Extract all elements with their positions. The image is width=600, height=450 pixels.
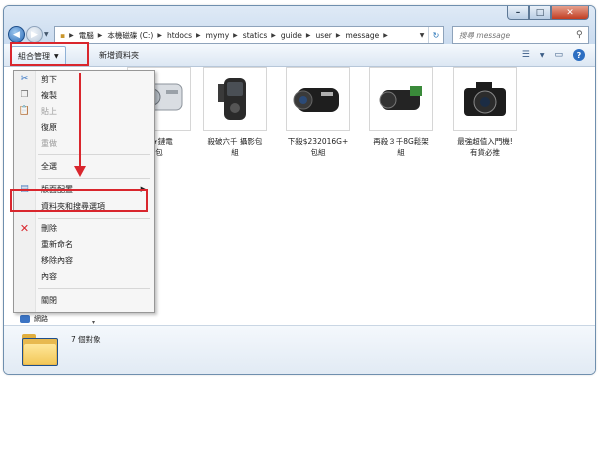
breadcrumb-separator-icon[interactable]: ▶: [69, 32, 74, 39]
annotation-arrow-line: [79, 73, 81, 169]
breadcrumb-statics[interactable]: statics: [243, 31, 268, 40]
menu-item-close[interactable]: 關閉: [14, 292, 154, 308]
paste-icon: 📋: [18, 106, 31, 116]
address-dropdown-icon[interactable]: ▼: [416, 32, 428, 39]
forward-button[interactable]: ▶: [26, 26, 43, 43]
menu-item-paste: 📋 貼上: [18, 106, 57, 116]
menu-separator: [38, 178, 150, 179]
folder-icon: ▪: [60, 30, 66, 40]
breadcrumb-separator-icon[interactable]: ▶: [98, 32, 103, 39]
breadcrumb-message[interactable]: message: [346, 31, 380, 40]
network-icon: [20, 315, 30, 323]
address-bar[interactable]: ▪ ▶ 電腦 ▶ 本機磁碟 (C:) ▶ htdocs ▶ mymy ▶ sta…: [54, 26, 444, 44]
breadcrumb-separator-icon[interactable]: ▶: [336, 32, 341, 39]
file-caption: 殺破六千 攝影包 組: [207, 137, 263, 157]
file-item[interactable]: 下殺$232016G+ 包組: [278, 67, 358, 158]
menu-item-properties[interactable]: 內容: [14, 268, 154, 284]
maximize-button[interactable]: □: [529, 6, 551, 20]
scissors-icon: ✂: [20, 74, 29, 84]
refresh-icon[interactable]: ↻: [428, 27, 443, 43]
menu-item-cut[interactable]: ✂ 剪下: [14, 71, 154, 87]
search-box[interactable]: ⚲: [452, 26, 589, 44]
search-icon[interactable]: ⚲: [576, 30, 583, 40]
view-options-icon[interactable]: ☰: [522, 50, 530, 60]
breadcrumb-separator-icon[interactable]: ▶: [196, 32, 201, 39]
menu-separator: [38, 218, 150, 219]
breadcrumb-separator-icon[interactable]: ▶: [306, 32, 311, 39]
view-dropdown-icon[interactable]: ▼: [540, 52, 545, 59]
close-button[interactable]: ✕: [551, 6, 589, 20]
menu-item-delete[interactable]: ✕ 刪除: [14, 220, 154, 236]
breadcrumb-htdocs[interactable]: htdocs: [167, 31, 192, 40]
camcorder-hd-icon: [369, 67, 433, 131]
view-controls: ☰ ▼ ▭ ?: [522, 49, 585, 61]
back-button[interactable]: ◀: [8, 26, 25, 43]
new-folder-button[interactable]: 新增資料夾: [99, 50, 139, 61]
menu-separator: [38, 288, 150, 289]
file-item[interactable]: 再殺３千8G鬆架 組: [361, 67, 441, 158]
nav-item-label: 網路: [34, 315, 48, 323]
copy-icon: ❐: [20, 90, 29, 100]
preview-pane-icon[interactable]: ▭: [554, 50, 563, 60]
folder-icon: [22, 334, 58, 366]
folder-options-highlight-box: [10, 189, 148, 212]
window-controls: – □ ✕: [507, 6, 589, 20]
item-count: 7 個對象: [71, 335, 101, 344]
breadcrumb-separator-icon[interactable]: ▶: [383, 32, 388, 39]
file-item[interactable]: 最強超值入門機! 有貨必推: [445, 67, 525, 158]
search-input[interactable]: [459, 30, 574, 40]
command-bar: 組合管理 ▼ 新增資料夾 ☰ ▼ ▭ ?: [4, 44, 595, 67]
menu-item-rename[interactable]: 重新命名: [14, 236, 154, 252]
menu-item-copy[interactable]: ❐ 複製: [14, 87, 154, 103]
breadcrumb-user[interactable]: user: [316, 31, 332, 40]
file-caption: 下殺$232016G+ 包組: [287, 137, 349, 157]
breadcrumb-separator-icon[interactable]: ▶: [157, 32, 162, 39]
minimize-button[interactable]: –: [507, 6, 529, 20]
breadcrumb-drive[interactable]: 本機磁碟 (C:): [107, 30, 153, 41]
back-arrow-icon: ◀: [13, 29, 20, 40]
menu-separator: [38, 154, 150, 155]
menu-item-redo: 重做: [41, 138, 57, 148]
file-item[interactable]: 殺破六千 攝影包 組: [195, 67, 275, 158]
breadcrumb-separator-icon[interactable]: ▶: [233, 32, 238, 39]
camcorder-black-icon: [203, 67, 267, 131]
camcorder-jvc-icon: [286, 67, 350, 131]
details-pane: 7 個對象: [4, 325, 595, 374]
file-caption: 再殺３千8G鬆架 組: [373, 137, 429, 157]
breadcrumb-guide[interactable]: guide: [281, 31, 302, 40]
organize-highlight-box: [10, 42, 89, 66]
menu-item-undo[interactable]: 復原: [14, 119, 154, 135]
dslr-camera-icon: [453, 67, 517, 131]
history-dropdown-icon[interactable]: ▼: [44, 31, 49, 38]
file-caption: 最強超值入門機! 有貨必推: [457, 137, 513, 157]
delete-x-icon: ✕: [19, 221, 30, 235]
annotation-arrow-head-icon: [74, 166, 86, 177]
menu-item-remove-properties[interactable]: 移除內容: [14, 252, 154, 268]
breadcrumb-mymy[interactable]: mymy: [206, 31, 230, 40]
help-icon[interactable]: ?: [573, 49, 585, 61]
nav-item-network[interactable]: 網路: [20, 314, 48, 324]
forward-arrow-icon: ▶: [31, 29, 38, 40]
breadcrumb-separator-icon[interactable]: ▶: [271, 32, 276, 39]
breadcrumb-computer[interactable]: 電腦: [79, 30, 94, 41]
